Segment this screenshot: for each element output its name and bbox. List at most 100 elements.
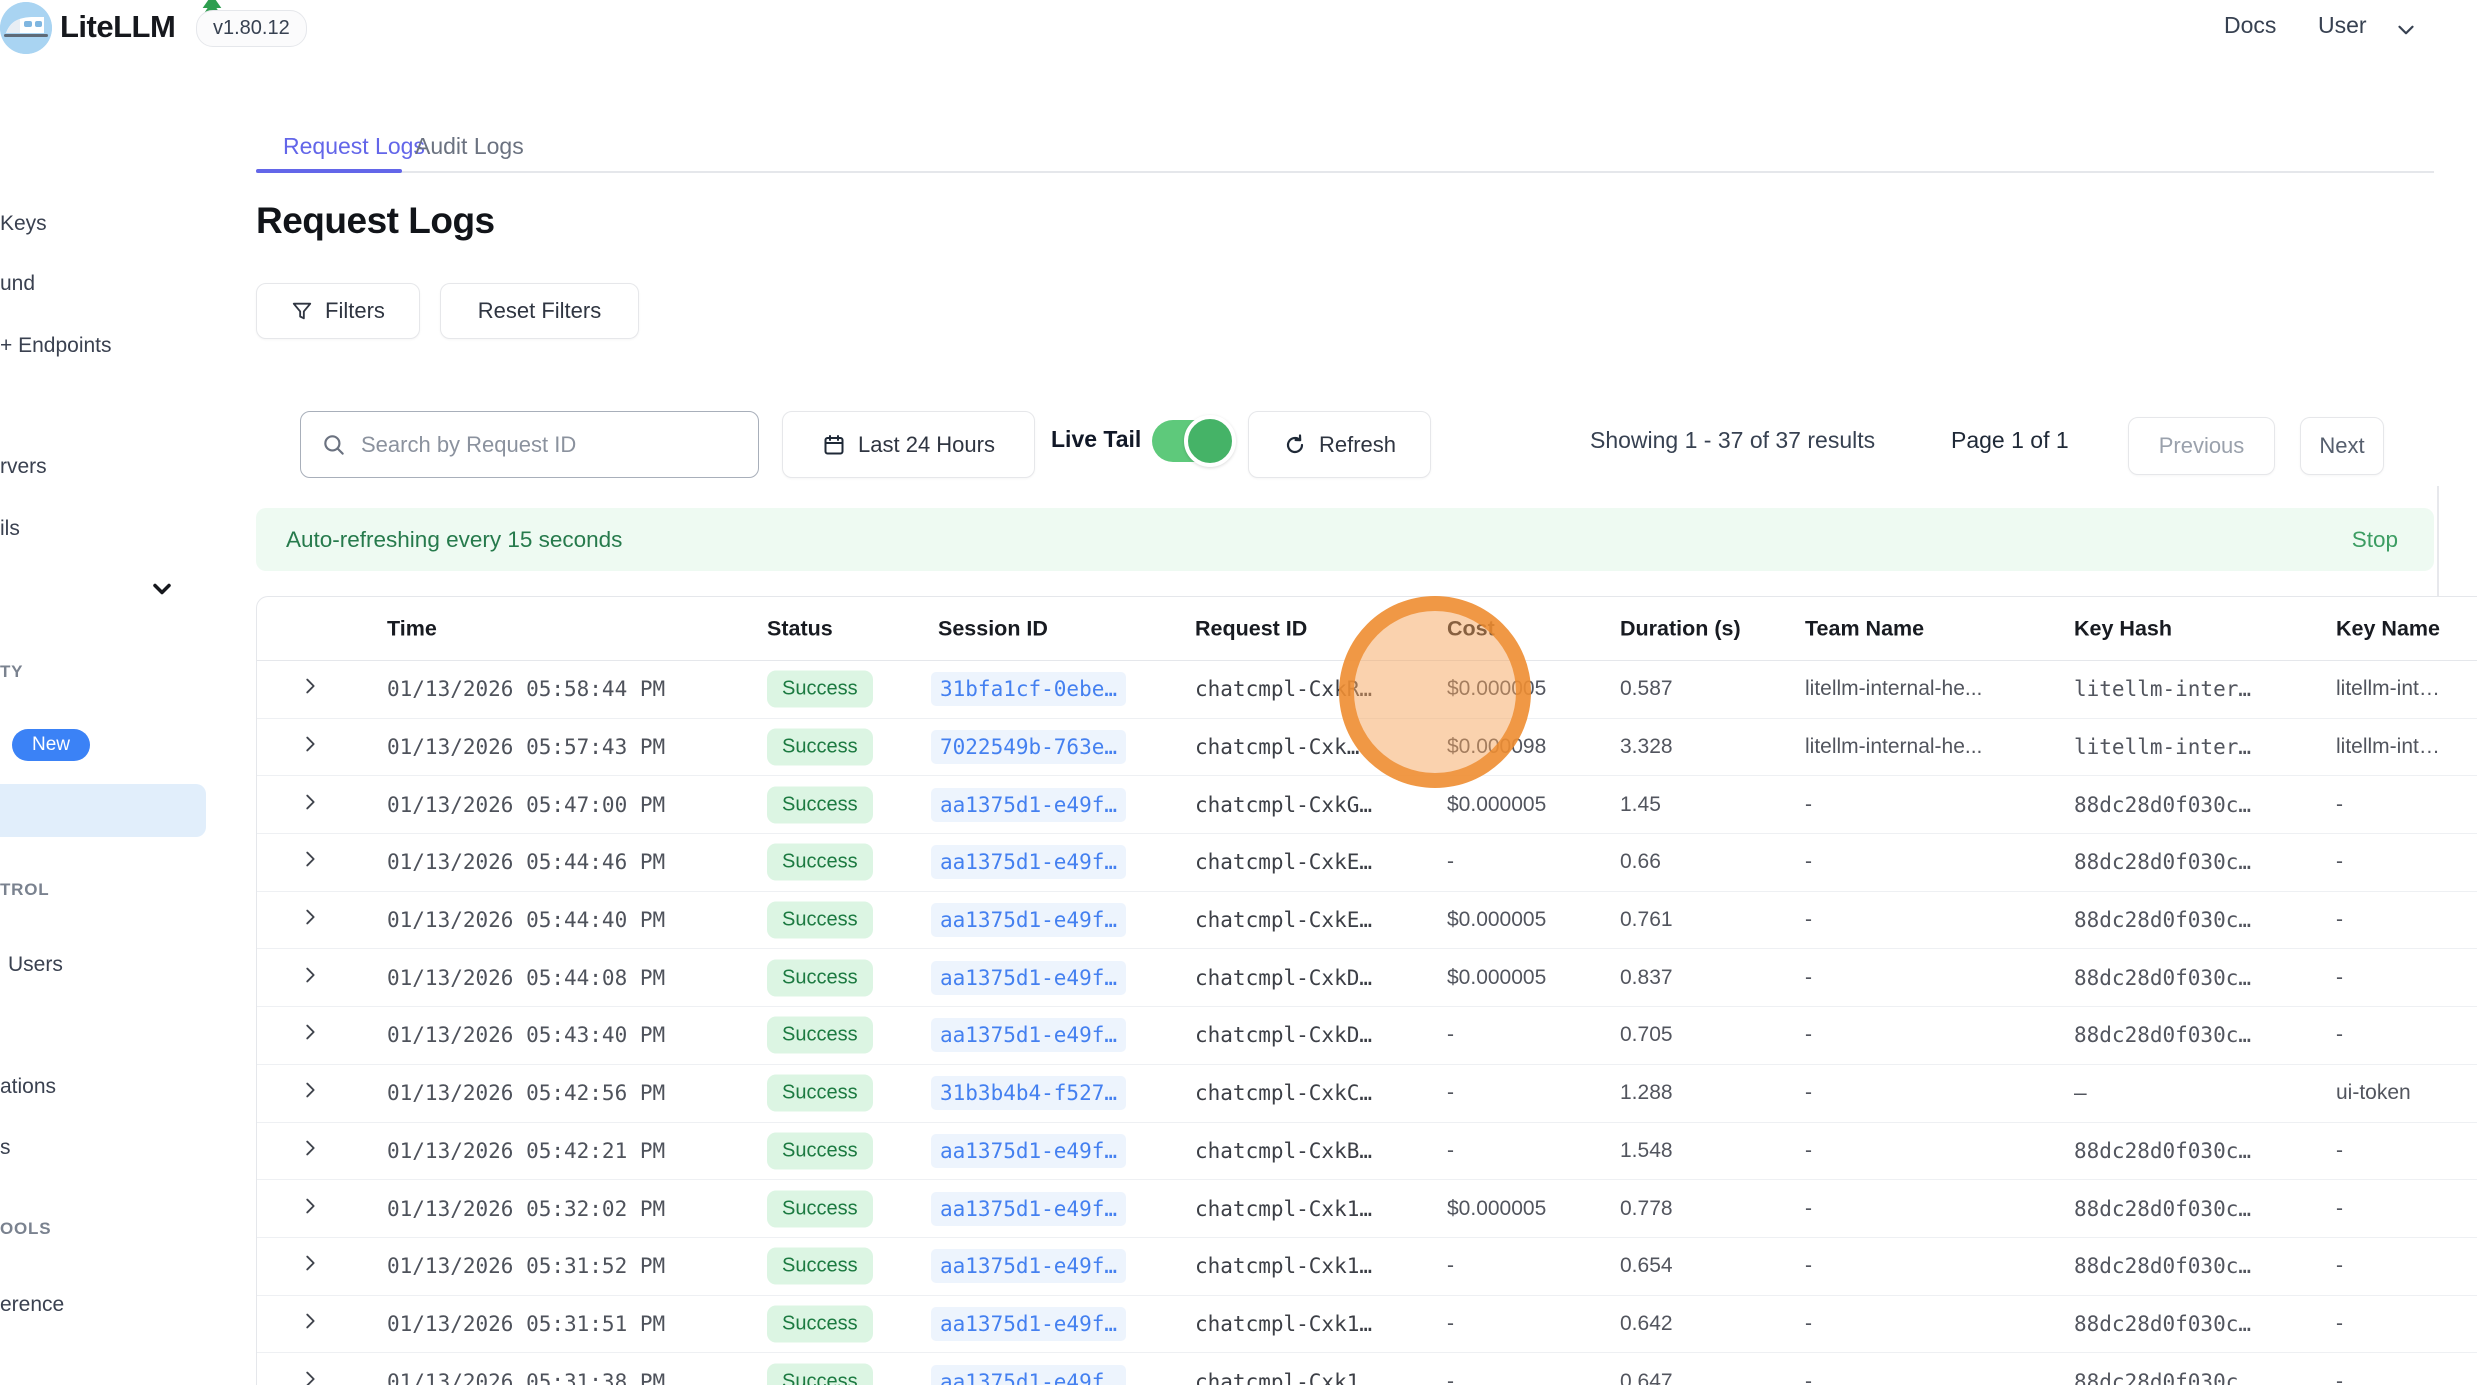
row-expand-chevron-icon[interactable] (299, 1137, 321, 1165)
row-expand-chevron-icon[interactable] (299, 1252, 321, 1280)
refresh-button[interactable]: Refresh (1248, 411, 1431, 478)
cell-key-name: - (2336, 1254, 2343, 1278)
status-badge: Success (767, 1363, 873, 1385)
row-expand-chevron-icon[interactable] (299, 1195, 321, 1223)
funnel-icon (291, 300, 313, 322)
row-expand-chevron-icon[interactable] (299, 1079, 321, 1107)
cell-key-hash: 88dc28d0f030c… (2074, 793, 2251, 817)
live-tail-toggle[interactable] (1152, 420, 1230, 462)
cell-team-name: - (1805, 1312, 1812, 1336)
table-row: 01/13/2026 05:42:21 PM Success aa1375d1-… (257, 1123, 2477, 1181)
status-badge: Success (767, 844, 873, 881)
cell-team-name: - (1805, 850, 1812, 874)
session-id-link[interactable]: aa1375d1-e49f… (931, 1192, 1126, 1226)
session-id-link[interactable]: aa1375d1-e49f… (931, 1365, 1126, 1385)
cell-status: Success (767, 1132, 873, 1169)
tab-audit-logs[interactable]: Audit Logs (415, 133, 524, 160)
cell-cost: - (1447, 1023, 1454, 1047)
litellm-app: LiteLLM v1.80.12 Docs User Keys und + En… (0, 0, 2477, 1385)
chevron-down-icon[interactable] (2393, 17, 2419, 43)
cell-team-name: - (1805, 1139, 1812, 1163)
status-badge: Success (767, 1305, 873, 1342)
sidebar-item-users[interactable]: Users (8, 953, 63, 977)
status-badge: Success (767, 671, 873, 708)
sidebar-item-guardrails[interactable]: ils (0, 517, 20, 541)
session-id-link[interactable]: aa1375d1-e49f… (931, 1249, 1126, 1283)
filters-button[interactable]: Filters (256, 283, 420, 339)
sidebar-item-teams[interactable]: s (0, 1136, 11, 1160)
session-id-link[interactable]: aa1375d1-e49f… (931, 1307, 1126, 1341)
cell-team-name: - (1805, 1081, 1812, 1105)
cell-time: 01/13/2026 05:42:21 PM (387, 1139, 665, 1163)
status-badge: Success (767, 959, 873, 996)
row-expand-chevron-icon[interactable] (299, 1310, 321, 1338)
row-expand-chevron-icon[interactable] (299, 906, 321, 934)
refresh-icon (1283, 433, 1307, 457)
sidebar-item-models-endpoints[interactable]: + Endpoints (0, 334, 112, 358)
cell-session-id: aa1375d1-e49f… (931, 1192, 1126, 1226)
docs-link[interactable]: Docs (2224, 12, 2276, 39)
cell-status: Success (767, 959, 873, 996)
sidebar-item-servers[interactable]: rvers (0, 455, 47, 479)
table-row: 01/13/2026 05:44:46 PM Success aa1375d1-… (257, 834, 2477, 892)
cell-cost: - (1447, 1370, 1454, 1385)
session-id-link[interactable]: aa1375d1-e49f… (931, 903, 1126, 937)
cell-key-hash: 88dc28d0f030c… (2074, 1139, 2251, 1163)
col-header-cost: Cost (1447, 616, 1495, 641)
cell-key-name: - (2336, 1139, 2343, 1163)
sidebar-item-organizations[interactable]: ations (0, 1075, 56, 1099)
cell-cost: - (1447, 1081, 1454, 1105)
tab-request-logs[interactable]: Request Logs (283, 133, 425, 160)
col-header-key-name: Key Name (2336, 616, 2440, 641)
row-expand-chevron-icon[interactable] (299, 733, 321, 761)
next-page-button[interactable]: Next (2300, 417, 2384, 475)
session-id-link[interactable]: aa1375d1-e49f… (931, 845, 1126, 879)
live-tail-label: Live Tail (1051, 426, 1141, 453)
stop-auto-refresh-link[interactable]: Stop (2352, 527, 2398, 553)
cell-session-id: aa1375d1-e49f… (931, 845, 1126, 879)
cell-status: Success (767, 1075, 873, 1112)
sidebar-item-playground[interactable]: und (0, 272, 35, 296)
status-badge: Success (767, 1248, 873, 1285)
cell-key-hash: litellm-inter… (2074, 677, 2251, 701)
session-id-link[interactable]: 31bfa1cf-0ebe… (931, 672, 1126, 706)
session-id-link[interactable]: aa1375d1-e49f… (931, 788, 1126, 822)
cell-cost: - (1447, 1312, 1454, 1336)
row-expand-chevron-icon[interactable] (299, 848, 321, 876)
sidebar-item-keys[interactable]: Keys (0, 212, 47, 236)
row-expand-chevron-icon[interactable] (299, 791, 321, 819)
session-id-link[interactable]: aa1375d1-e49f… (931, 1018, 1126, 1052)
cell-key-name: - (2336, 966, 2343, 990)
cell-key-name: - (2336, 850, 2343, 874)
session-id-link[interactable]: aa1375d1-e49f… (931, 961, 1126, 995)
cell-key-name: litellm-int… (2336, 677, 2440, 701)
cell-request-id: chatcmpl-Cxk1… (1195, 1197, 1372, 1221)
cell-time: 01/13/2026 05:44:46 PM (387, 850, 665, 874)
session-id-link[interactable]: 31b3b4b4-f527… (931, 1076, 1126, 1110)
cell-cost: $0.000005 (1447, 908, 1546, 932)
user-menu[interactable]: User (2318, 12, 2367, 39)
cell-session-id: 31bfa1cf-0ebe… (931, 672, 1126, 706)
request-id-search[interactable] (300, 411, 759, 478)
cell-key-hash: 88dc28d0f030c… (2074, 1370, 2251, 1385)
row-expand-chevron-icon[interactable] (299, 1021, 321, 1049)
new-badge: New (12, 729, 90, 761)
session-id-link[interactable]: 7022549b-763e… (931, 730, 1126, 764)
cell-time: 01/13/2026 05:32:02 PM (387, 1197, 665, 1221)
search-input[interactable] (361, 432, 721, 458)
cell-time: 01/13/2026 05:47:00 PM (387, 793, 665, 817)
sidebar-collapse-chevron-icon[interactable] (148, 575, 176, 603)
cell-request-id: chatcmpl-CxkD… (1195, 1023, 1372, 1047)
cell-time: 01/13/2026 05:44:08 PM (387, 966, 665, 990)
sidebar-item-reference[interactable]: erence (0, 1293, 64, 1317)
previous-page-button[interactable]: Previous (2128, 417, 2275, 475)
reset-filters-button[interactable]: Reset Filters (440, 283, 639, 339)
row-expand-chevron-icon[interactable] (299, 675, 321, 703)
sidebar-item-logs-active[interactable] (0, 784, 206, 837)
row-expand-chevron-icon[interactable] (299, 964, 321, 992)
cell-session-id: aa1375d1-e49f… (931, 788, 1126, 822)
cell-duration: 0.778 (1620, 1197, 1673, 1221)
row-expand-chevron-icon[interactable] (299, 1368, 321, 1385)
time-range-button[interactable]: Last 24 Hours (782, 411, 1035, 478)
session-id-link[interactable]: aa1375d1-e49f… (931, 1134, 1126, 1168)
